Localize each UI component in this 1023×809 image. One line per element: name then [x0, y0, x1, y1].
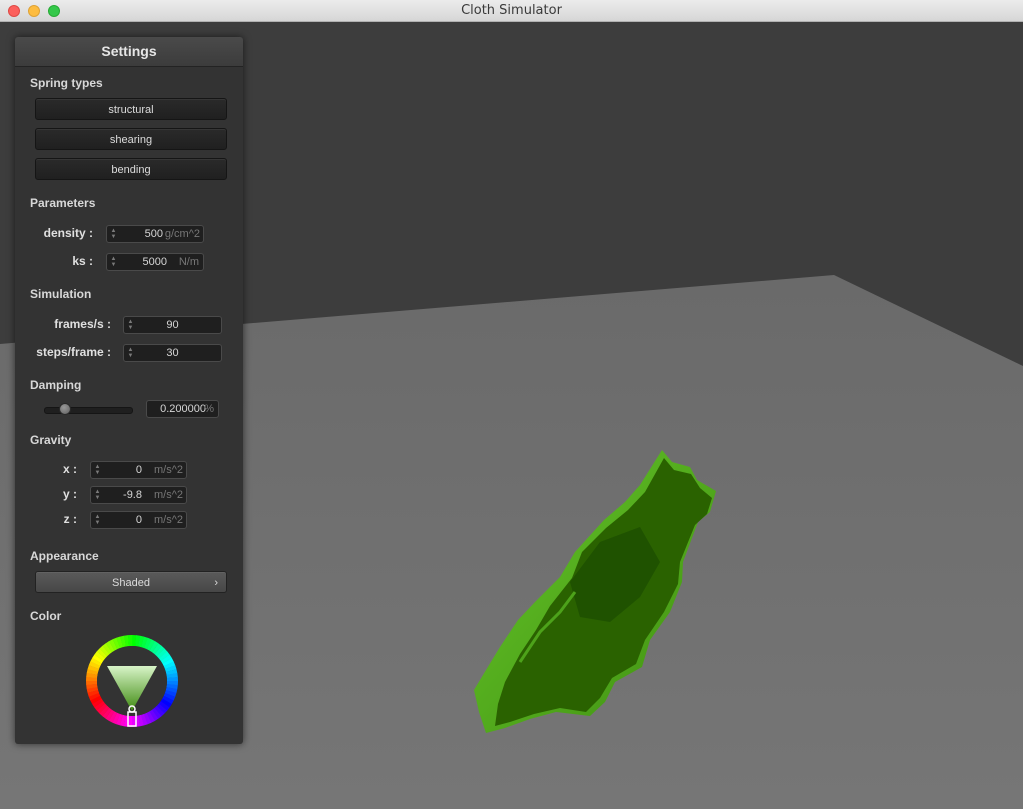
color-wheel[interactable]	[85, 634, 179, 728]
gravity-y-label: y :	[62, 487, 77, 501]
gravity-z-label: z :	[63, 512, 77, 526]
damping-label: Damping	[30, 378, 82, 392]
window-title: Cloth Simulator	[461, 3, 562, 18]
stepper-icon[interactable]: ▲ ▼	[94, 489, 101, 501]
ks-input[interactable]: ▲ ▼ 5000 N/m	[106, 253, 204, 271]
stepper-icon[interactable]: ▲ ▼	[110, 256, 117, 268]
frames-per-second-value: 90	[166, 319, 179, 331]
appearance-label: Appearance	[30, 549, 99, 563]
frames-per-second-label: frames/s :	[54, 317, 111, 331]
gravity-y-input[interactable]: ▲ ▼ -9.8 m/s^2	[90, 486, 187, 504]
chevron-right-icon: ›	[214, 577, 218, 589]
spring-types-label: Spring types	[30, 76, 103, 90]
stepper-icon[interactable]: ▲ ▼	[94, 464, 101, 476]
appearance-popup-button[interactable]: Shaded ›	[35, 571, 227, 593]
steps-per-frame-value: 30	[166, 347, 179, 359]
gravity-y-unit: m/s^2	[154, 489, 183, 501]
ks-unit: N/m	[178, 256, 199, 268]
damping-value-box[interactable]: 0.200000 %	[146, 400, 219, 418]
density-unit: g/cm^2	[164, 228, 200, 240]
gravity-x-label: x :	[62, 462, 77, 476]
density-label: density :	[43, 226, 93, 240]
gravity-x-value: 0	[135, 464, 142, 476]
density-value: 500	[144, 228, 163, 240]
gravity-x-input[interactable]: ▲ ▼ 0 m/s^2	[90, 461, 187, 479]
damping-value: 0.200000	[160, 403, 206, 415]
parameters-label: Parameters	[30, 196, 96, 210]
color-label: Color	[30, 609, 62, 623]
frames-per-second-input[interactable]: ▲ ▼ 90	[123, 316, 222, 334]
shearing-toggle-button[interactable]: shearing	[35, 128, 227, 150]
stepper-icon[interactable]: ▲ ▼	[110, 228, 117, 240]
damping-slider-track[interactable]	[44, 407, 133, 414]
density-input[interactable]: ▲ ▼ 500 g/cm^2	[106, 225, 204, 243]
structural-toggle-button[interactable]: structural	[35, 98, 227, 120]
settings-panel: Settings Spring types structural shearin…	[15, 37, 243, 744]
steps-per-frame-label: steps/frame :	[36, 345, 111, 359]
gravity-x-unit: m/s^2	[154, 464, 183, 476]
damping-unit: %	[204, 403, 214, 415]
ks-value: 5000	[142, 256, 167, 268]
gravity-z-unit: m/s^2	[154, 514, 183, 526]
gravity-label: Gravity	[30, 433, 72, 447]
steps-per-frame-input[interactable]: ▲ ▼ 30	[123, 344, 222, 362]
appearance-selected-value: Shaded	[112, 577, 150, 589]
bending-toggle-button[interactable]: bending	[35, 158, 227, 180]
settings-panel-title[interactable]: Settings	[15, 37, 243, 67]
ks-label: ks :	[72, 254, 93, 268]
window-titlebar: Cloth Simulator	[0, 0, 1023, 22]
stepper-icon[interactable]: ▲ ▼	[94, 514, 101, 526]
gravity-z-value: 0	[135, 514, 142, 526]
gravity-y-value: -9.8	[123, 489, 142, 501]
damping-slider-handle[interactable]	[59, 403, 71, 415]
gravity-z-input[interactable]: ▲ ▼ 0 m/s^2	[90, 511, 187, 529]
simulation-label: Simulation	[30, 287, 92, 301]
